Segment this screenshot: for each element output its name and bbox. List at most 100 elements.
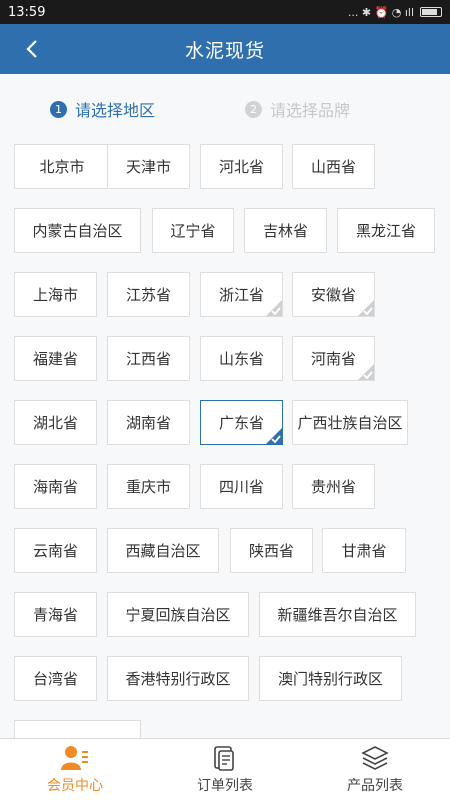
region-chip[interactable]: 上海市	[14, 272, 97, 317]
region-chip-label: 湖南省	[125, 414, 171, 432]
region-chip[interactable]: 浙江省	[200, 272, 283, 317]
region-chip-label: 山西省	[310, 158, 356, 176]
region-chip[interactable]: 重庆市	[107, 464, 190, 509]
region-chip[interactable]: 甘肃省	[322, 528, 406, 573]
region-chip[interactable]: 海南省	[14, 464, 97, 509]
region-selection-content: 1 请选择地区 2 请选择品牌 北京市 天津市 河北省 山西省内蒙古自治区 辽宁省 吉林省…	[0, 74, 450, 738]
app-bar: 水泥现货	[0, 24, 450, 74]
step-brand[interactable]: 2 请选择品牌	[245, 97, 350, 121]
region-chip-label: 广东省	[218, 414, 264, 432]
region-chip-label: 河南省	[310, 350, 356, 368]
region-chip-label: 香港特别行政区	[125, 670, 231, 688]
region-chip-label: 澳门特别行政区	[277, 670, 383, 688]
region-chip[interactable]	[14, 720, 141, 738]
region-chip-label: 贵州省	[310, 478, 356, 496]
status-indicators: ... ✱ ⏰ ◔ ıll	[348, 6, 442, 19]
tab-label: 订单列表	[197, 777, 253, 794]
step-indicator: 1 请选择地区 2 请选择品牌	[0, 74, 450, 144]
step-number-2: 2	[245, 100, 263, 118]
region-chip[interactable]: 山东省	[200, 336, 283, 381]
region-chip[interactable]: 湖南省	[107, 400, 190, 445]
region-chip[interactable]: 江西省	[107, 336, 190, 381]
member-icon	[61, 745, 88, 770]
region-chip-label: 青海省	[32, 606, 78, 624]
region-chip-label: 四川省	[218, 478, 264, 496]
status-icons-text: ... ✱ ⏰ ◔ ıll	[347, 5, 414, 19]
region-chip[interactable]: 吉林省	[244, 208, 327, 253]
region-chip-label: 上海市	[32, 286, 78, 304]
region-chip-label: 甘肃省	[341, 542, 387, 560]
bottom-tab-bar: 会员中心 订单列表 产品列表	[0, 738, 450, 800]
region-chip[interactable]: 黑龙江省	[337, 208, 435, 253]
check-icon	[266, 300, 282, 316]
region-chip[interactable]: 福建省	[14, 336, 97, 381]
region-chip-label: 台湾省	[32, 670, 78, 688]
tab-order-list[interactable]: 订单列表	[150, 739, 300, 800]
region-chip-label: 天津市	[125, 158, 171, 176]
region-chip[interactable]: 陕西省	[230, 528, 313, 573]
region-chip[interactable]: 台湾省	[14, 656, 97, 701]
region-chip[interactable]: 河北省	[200, 144, 283, 189]
status-bar: 13:59 ... ✱ ⏰ ◔ ıll	[0, 0, 450, 24]
region-chip[interactable]: 辽宁省	[152, 208, 234, 253]
region-chip-label: 广西壮族自治区	[297, 414, 403, 432]
region-chip-label: 云南省	[32, 542, 78, 560]
tab-label: 产品列表	[347, 777, 403, 794]
region-chip[interactable]: 新疆维吾尔自治区	[259, 592, 416, 637]
region-chip-label: 内蒙古自治区	[32, 222, 123, 240]
region-chip-label: 江苏省	[125, 286, 171, 304]
page-title: 水泥现货	[184, 39, 265, 62]
region-chip[interactable]: 青海省	[14, 592, 97, 637]
tab-member-center[interactable]: 会员中心	[0, 739, 150, 800]
check-icon	[358, 364, 374, 380]
status-time: 13:59	[8, 4, 46, 20]
region-chip-label: 福建省	[32, 350, 78, 368]
region-chip[interactable]: 山西省	[292, 144, 375, 189]
check-icon	[358, 300, 374, 316]
selected-check-icon	[266, 428, 282, 444]
region-chip-label: 新疆维吾尔自治区	[277, 606, 398, 624]
chevron-left-icon	[26, 40, 37, 58]
region-chip-label: 宁夏回族自治区	[125, 606, 231, 624]
product-layers-icon	[361, 745, 389, 770]
region-chip[interactable]: 贵州省	[292, 464, 375, 509]
region-chip-label: 山东省	[218, 350, 264, 368]
back-button[interactable]	[14, 24, 50, 74]
region-chip-label: 西藏自治区	[125, 542, 201, 560]
region-chip[interactable]: 云南省	[14, 528, 97, 573]
step-label-region: 请选择地区	[75, 101, 156, 120]
battery-icon	[420, 7, 442, 17]
region-chip-label: 重庆市	[125, 478, 171, 496]
region-chip-label: 江西省	[125, 350, 171, 368]
region-chip[interactable]: 湖北省	[14, 400, 97, 445]
region-chip-label: 北京市	[39, 158, 85, 176]
region-chip[interactable]: 澳门特别行政区	[259, 656, 402, 701]
step-number-1: 1	[50, 100, 67, 118]
region-chip-label: 浙江省	[218, 286, 264, 304]
tab-product-list[interactable]: 产品列表	[300, 739, 450, 800]
region-chip-label: 海南省	[32, 478, 78, 496]
tab-label: 会员中心	[47, 777, 103, 794]
region-chip-label: 河北省	[218, 158, 264, 176]
region-chip[interactable]: 内蒙古自治区	[14, 208, 141, 253]
region-chip[interactable]: 香港特别行政区	[107, 656, 249, 701]
region-chip[interactable]: 宁夏回族自治区	[107, 592, 249, 637]
region-chip[interactable]: 北京市	[14, 144, 110, 189]
region-chip-label: 安徽省	[310, 286, 356, 304]
region-chip[interactable]: 西藏自治区	[107, 528, 219, 573]
step-label-brand: 请选择品牌	[270, 101, 351, 120]
region-chip[interactable]: 河南省	[292, 336, 375, 381]
region-chip[interactable]: 广西壮族自治区	[292, 400, 408, 445]
region-chip-label: 陕西省	[248, 542, 294, 560]
region-chip[interactable]: 安徽省	[292, 272, 375, 317]
region-chip[interactable]: 四川省	[200, 464, 283, 509]
region-chip-label: 吉林省	[262, 222, 308, 240]
region-chip-label: 湖北省	[32, 414, 78, 432]
order-icon	[214, 745, 234, 771]
region-chip-label: 黑龙江省	[355, 222, 416, 240]
region-chip[interactable]: 江苏省	[107, 272, 190, 317]
region-chip[interactable]: 天津市	[107, 144, 190, 189]
region-chip-label: 辽宁省	[170, 222, 216, 240]
step-region: 1 请选择地区	[50, 97, 155, 121]
region-chip[interactable]: 广东省	[200, 400, 283, 445]
